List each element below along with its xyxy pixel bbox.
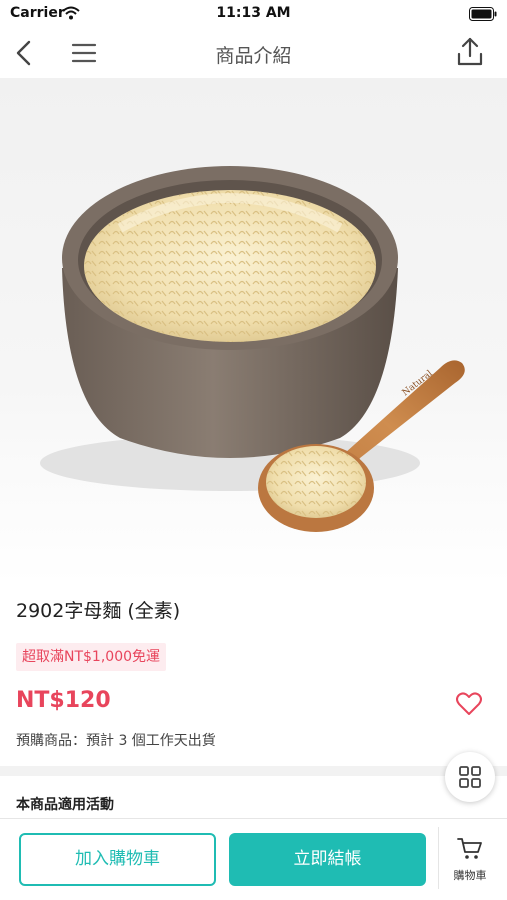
- cart-label: 購物車: [453, 869, 487, 882]
- product-price: NT$120: [16, 688, 111, 713]
- status-bar: Carrier 11:13 AM: [0, 0, 507, 28]
- activity-section-title: 本商品適用活動: [16, 797, 114, 813]
- product-name: 2902字母麵 (全素): [16, 600, 181, 622]
- bar-divider: [438, 827, 439, 889]
- heart-outline-icon: [456, 692, 482, 715]
- page-title: 商品介紹: [215, 45, 292, 67]
- shipping-note: 預購商品：預計 3 個工作天出貨: [16, 733, 216, 749]
- cart-button[interactable]: 購物車: [440, 837, 500, 887]
- checkout-button[interactable]: 立即結帳: [229, 833, 426, 886]
- add-to-cart-button[interactable]: 加入購物車: [19, 833, 216, 886]
- battery-icon: [469, 6, 497, 25]
- promo-tag: 超取滿NT$1,000免運: [16, 643, 167, 671]
- product-photo: Natural: [40, 166, 465, 532]
- share-upload-icon: [457, 37, 483, 66]
- bottom-action-bar: 加入購物車 立即結帳 購物車: [0, 818, 507, 900]
- share-button[interactable]: [455, 36, 485, 68]
- product-image[interactable]: Natural: [0, 78, 507, 584]
- clock-time: 11:13 AM: [216, 5, 291, 21]
- grid-apps-icon: [459, 766, 481, 788]
- cart-icon: [457, 838, 482, 859]
- navigation-bar: 商品介紹: [0, 28, 507, 78]
- grid-menu-button[interactable]: [445, 752, 495, 802]
- section-divider: [0, 766, 507, 776]
- favorite-button[interactable]: [455, 691, 483, 717]
